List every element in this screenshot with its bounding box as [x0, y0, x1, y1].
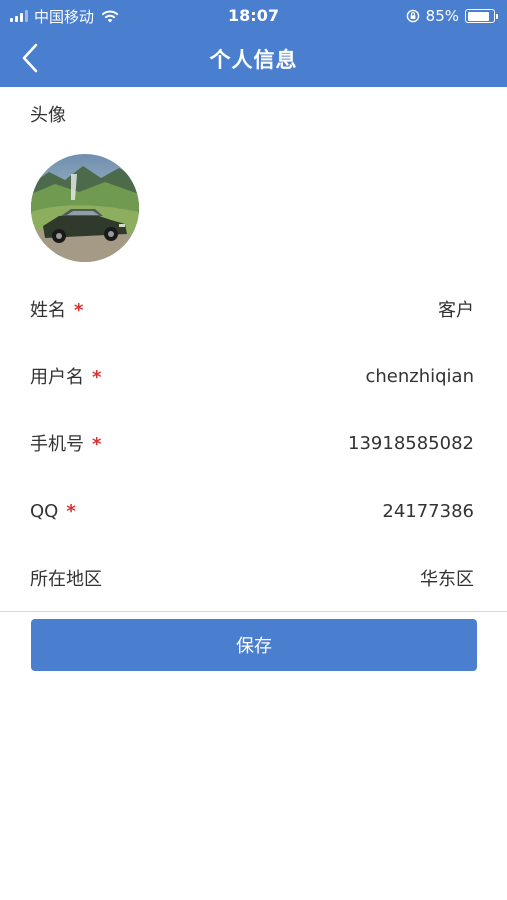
row-label-wrap: QQ *: [30, 501, 76, 522]
qq-label: QQ: [30, 500, 59, 522]
divider: [0, 611, 507, 612]
page-title: 个人信息: [209, 48, 298, 72]
row-label-wrap: 所在地区: [30, 565, 102, 591]
username-label: 用户名: [30, 367, 84, 388]
row-label-wrap: 姓名 *: [30, 296, 83, 322]
required-mark: *: [92, 434, 102, 455]
row-label-wrap: 手机号 *: [30, 430, 101, 456]
avatar-image: [31, 154, 139, 262]
phone-label: 手机号: [30, 434, 84, 455]
username-field[interactable]: chenzhiqian: [365, 366, 474, 387]
rotation-lock-icon: [406, 9, 419, 23]
required-mark: *: [66, 500, 76, 522]
nav-bar: 个人信息: [0, 30, 507, 87]
row-label-wrap: 用户名 *: [30, 363, 101, 389]
name-field[interactable]: 客户: [438, 296, 474, 322]
status-right: 85%: [406, 6, 498, 26]
required-mark: *: [92, 367, 102, 388]
save-button[interactable]: 保存: [31, 619, 477, 671]
form-row-region[interactable]: 所在地区 华东区: [0, 553, 507, 603]
avatar-label: 头像: [30, 105, 66, 126]
form-row-username[interactable]: 用户名 * chenzhiqian: [0, 351, 507, 401]
battery-icon: [465, 9, 498, 23]
required-mark: *: [74, 300, 84, 321]
form-row-name[interactable]: 姓名 * 客户: [0, 284, 507, 334]
status-bar: 中国移动 18:07 85%: [0, 0, 507, 30]
avatar[interactable]: [31, 154, 139, 262]
form-row-qq[interactable]: QQ * 24177386: [0, 486, 507, 536]
name-label: 姓名: [30, 300, 66, 321]
phone-field[interactable]: 13918585082: [348, 433, 474, 454]
battery-percent: 85%: [425, 7, 459, 25]
qq-field[interactable]: 24177386: [382, 501, 474, 522]
region-select[interactable]: 华东区: [420, 565, 474, 591]
form-row-phone[interactable]: 手机号 * 13918585082: [0, 418, 507, 468]
battery-fill: [467, 11, 489, 21]
region-label: 所在地区: [30, 569, 102, 590]
